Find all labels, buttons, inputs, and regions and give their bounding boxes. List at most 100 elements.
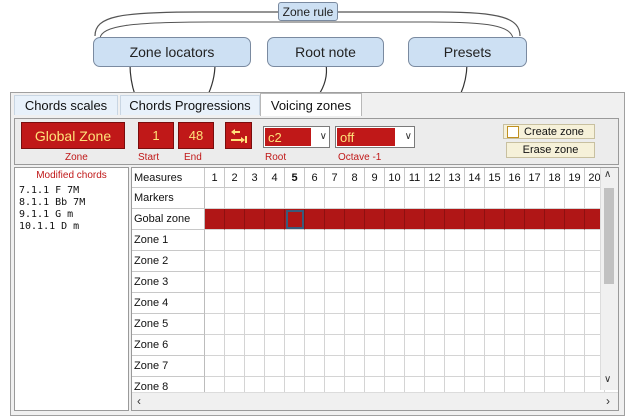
grid-cell[interactable] (425, 188, 445, 209)
grid-cell[interactable] (565, 209, 585, 230)
grid-cell[interactable] (485, 314, 505, 335)
grid-cell[interactable] (325, 188, 345, 209)
grid-cell[interactable] (305, 230, 325, 251)
grid-cell[interactable] (205, 209, 225, 230)
measure-header[interactable]: 5 (285, 168, 305, 188)
grid-cell[interactable] (385, 356, 405, 377)
grid-cell[interactable] (325, 293, 345, 314)
grid-cell[interactable] (365, 251, 385, 272)
grid-cell[interactable] (285, 188, 305, 209)
grid-cell[interactable] (425, 335, 445, 356)
grid-cell[interactable] (265, 272, 285, 293)
measure-header[interactable]: 11 (405, 168, 425, 188)
grid-cell[interactable] (425, 356, 445, 377)
grid-cell[interactable] (265, 230, 285, 251)
measure-header[interactable]: 13 (445, 168, 465, 188)
erase-zone-button[interactable]: Erase zone (506, 142, 595, 158)
grid-cell[interactable] (465, 230, 485, 251)
grid-cell[interactable] (545, 335, 565, 356)
grid-cell[interactable] (525, 335, 545, 356)
grid-cell[interactable] (285, 356, 305, 377)
grid-cell[interactable] (525, 230, 545, 251)
grid-cell[interactable] (385, 335, 405, 356)
grid-cell[interactable] (245, 251, 265, 272)
grid-cell[interactable] (325, 251, 345, 272)
grid-cell[interactable] (505, 251, 525, 272)
grid-cell[interactable] (505, 293, 525, 314)
grid-cell[interactable] (225, 188, 245, 209)
grid-cell[interactable] (365, 356, 385, 377)
scroll-right-icon[interactable]: › (606, 394, 610, 408)
grid-cell[interactable] (545, 230, 565, 251)
grid-cell[interactable] (505, 356, 525, 377)
grid-cell[interactable] (345, 251, 365, 272)
tab-chords-progressions[interactable]: Chords Progressions (120, 95, 260, 115)
grid-cell[interactable] (545, 356, 565, 377)
grid-cell[interactable] (405, 314, 425, 335)
grid-cell[interactable] (225, 335, 245, 356)
grid-cell[interactable] (245, 188, 265, 209)
grid-cell[interactable] (565, 251, 585, 272)
measure-header[interactable]: 1 (205, 168, 225, 188)
grid-cell[interactable] (225, 272, 245, 293)
grid-cell[interactable] (285, 335, 305, 356)
grid-cell[interactable] (465, 314, 485, 335)
grid-cell[interactable] (305, 335, 325, 356)
grid-cell[interactable] (565, 314, 585, 335)
grid-cell[interactable] (205, 335, 225, 356)
grid-cell[interactable] (445, 314, 465, 335)
tab-voicing-zones[interactable]: Voicing zones (260, 93, 362, 116)
grid-cell[interactable] (545, 314, 565, 335)
grid-cell[interactable] (265, 314, 285, 335)
grid-cell[interactable] (465, 272, 485, 293)
measure-header[interactable]: 18 (545, 168, 565, 188)
grid-cell[interactable] (325, 209, 345, 230)
grid-cell[interactable] (425, 251, 445, 272)
scroll-down-icon[interactable]: ∨ (604, 374, 611, 385)
grid-cell[interactable] (345, 314, 365, 335)
grid-cell[interactable] (225, 356, 245, 377)
grid-cell[interactable] (385, 293, 405, 314)
grid-cell[interactable] (445, 293, 465, 314)
grid-cell[interactable] (525, 188, 545, 209)
grid-cell[interactable] (265, 335, 285, 356)
grid-cell[interactable] (485, 251, 505, 272)
grid-cell[interactable] (385, 188, 405, 209)
measure-header[interactable]: 4 (265, 168, 285, 188)
grid-cell[interactable] (425, 314, 445, 335)
grid-cell[interactable] (345, 356, 365, 377)
create-zone-toggle[interactable]: Create zone (503, 124, 595, 139)
grid-cell[interactable] (345, 335, 365, 356)
grid-cell[interactable] (225, 209, 245, 230)
list-item[interactable]: 7.1.1 F 7M (19, 185, 79, 196)
grid-cell[interactable] (485, 188, 505, 209)
grid-cell[interactable] (345, 188, 365, 209)
grid-cell[interactable] (445, 272, 465, 293)
grid-cell[interactable] (565, 230, 585, 251)
grid-cell[interactable] (385, 272, 405, 293)
scroll-left-icon[interactable]: ‹ (137, 394, 141, 408)
vertical-scrollbar[interactable]: ∧ ∨ (600, 168, 618, 390)
grid-cell[interactable] (565, 356, 585, 377)
grid-cell[interactable] (545, 272, 565, 293)
grid-cell[interactable] (265, 293, 285, 314)
grid-cell[interactable] (385, 314, 405, 335)
grid-cell[interactable] (285, 314, 305, 335)
grid-cell[interactable] (465, 251, 485, 272)
root-note-select[interactable]: c2 ∨ (263, 126, 330, 148)
grid-cell[interactable] (545, 251, 565, 272)
grid-cell[interactable] (525, 314, 545, 335)
grid-cell[interactable] (425, 230, 445, 251)
grid-cell[interactable] (365, 314, 385, 335)
grid-cell[interactable] (485, 356, 505, 377)
grid-cell[interactable] (205, 251, 225, 272)
grid-cell[interactable] (445, 230, 465, 251)
horizontal-scrollbar[interactable]: ‹ › (132, 392, 618, 410)
measure-header[interactable]: 2 (225, 168, 245, 188)
grid-cell[interactable] (245, 314, 265, 335)
grid-cell[interactable] (405, 293, 425, 314)
measure-header[interactable]: 14 (465, 168, 485, 188)
list-item[interactable]: 9.1.1 G m (19, 209, 73, 220)
grid-cell[interactable] (525, 272, 545, 293)
grid-cell[interactable] (325, 335, 345, 356)
